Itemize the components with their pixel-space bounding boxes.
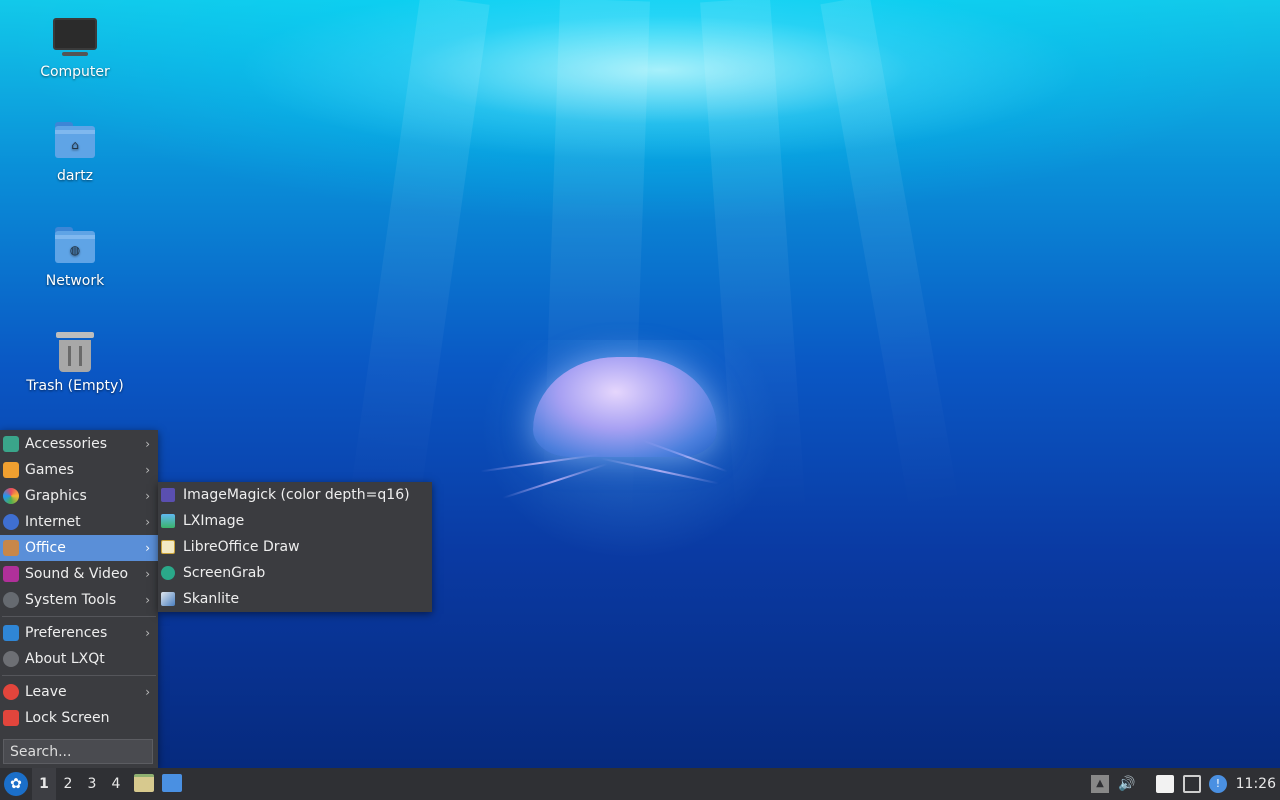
chevron-right-icon: › [145, 489, 150, 503]
eject-icon[interactable]: ▲ [1091, 775, 1109, 793]
chevron-right-icon: › [145, 567, 150, 581]
workspace-2-button[interactable]: 2 [56, 768, 80, 800]
taskbar: ✿ 1 2 3 4 ▲ 🔊 ! 11:26 [0, 768, 1280, 800]
menu-search-input[interactable]: Search... [3, 739, 153, 764]
lxqt-logo-icon: ✿ [10, 776, 22, 792]
update-notifier-icon[interactable]: ! [1209, 775, 1227, 793]
power-icon [3, 684, 19, 700]
menu-separator [2, 616, 156, 617]
desktop-icon-label: dartz [56, 168, 94, 184]
preferences-icon [3, 625, 19, 641]
chevron-right-icon: › [145, 593, 150, 607]
desktop-icon-trash[interactable]: Trash (Empty) [20, 332, 130, 394]
start-menu-button[interactable]: ✿ [4, 772, 28, 796]
light-ray [347, 0, 490, 520]
chevron-right-icon: › [145, 626, 150, 640]
light-ray [820, 0, 960, 517]
lock-icon [3, 710, 19, 726]
lximage-icon [161, 514, 175, 528]
submenu-item-lximage[interactable]: LXImage [158, 508, 432, 534]
network-icon[interactable] [1183, 775, 1201, 793]
desktop-icon-computer[interactable]: Computer [20, 18, 130, 80]
menu-item-lock-screen[interactable]: Lock Screen [0, 705, 158, 731]
office-icon [3, 540, 19, 556]
imagemagick-icon [161, 488, 175, 502]
screengrab-icon [161, 566, 175, 580]
desktop-icon-label: Trash (Empty) [26, 378, 124, 394]
system-tools-icon [3, 592, 19, 608]
menu-item-about-lxqt[interactable]: About LXQt [0, 646, 158, 672]
chevron-right-icon: › [145, 515, 150, 529]
accessories-icon [3, 436, 19, 452]
submenu-item-skanlite[interactable]: Skanlite [158, 586, 432, 612]
clipboard-icon[interactable] [1156, 775, 1174, 793]
menu-separator [2, 675, 156, 676]
home-folder-icon: ⌂ [53, 122, 97, 162]
menu-item-leave[interactable]: Leave › [0, 679, 158, 705]
desktop-icon-network[interactable]: ◍ Network [20, 227, 130, 289]
file-manager-quicklaunch-icon[interactable] [134, 774, 154, 792]
office-submenu: ImageMagick (color depth=q16) LXImage Li… [158, 482, 432, 612]
info-icon [3, 651, 19, 667]
desktop-icon-label: Computer [40, 64, 110, 80]
clock[interactable]: 11:26 [1236, 768, 1276, 800]
chevron-right-icon: › [145, 463, 150, 477]
chevron-right-icon: › [145, 541, 150, 555]
menu-item-internet[interactable]: Internet › [0, 509, 158, 535]
menu-item-games[interactable]: Games › [0, 457, 158, 483]
computer-icon [53, 18, 97, 58]
workspace-3-button[interactable]: 3 [80, 768, 104, 800]
application-menu: Accessories › Games › Graphics › Interne… [0, 430, 158, 768]
libreoffice-draw-icon [161, 540, 175, 554]
menu-item-graphics[interactable]: Graphics › [0, 483, 158, 509]
workspace-4-button[interactable]: 4 [104, 768, 128, 800]
chevron-right-icon: › [145, 437, 150, 451]
submenu-item-screengrab[interactable]: ScreenGrab [158, 560, 432, 586]
desktop-icon-label: Network [45, 273, 105, 289]
sound-video-icon [3, 566, 19, 582]
network-folder-icon: ◍ [53, 227, 97, 267]
workspace-1-button[interactable]: 1 [32, 768, 56, 800]
menu-item-sound-video[interactable]: Sound & Video › [0, 561, 158, 587]
menu-item-accessories[interactable]: Accessories › [0, 431, 158, 457]
graphics-icon [3, 488, 19, 504]
internet-icon [3, 514, 19, 530]
menu-item-system-tools[interactable]: System Tools › [0, 587, 158, 613]
menu-item-preferences[interactable]: Preferences › [0, 620, 158, 646]
desktop-wallpaper [0, 0, 1280, 768]
desktop-icon-home[interactable]: ⌂ dartz [20, 122, 130, 184]
show-desktop-icon[interactable] [162, 774, 182, 792]
chevron-right-icon: › [145, 685, 150, 699]
submenu-item-imagemagick[interactable]: ImageMagick (color depth=q16) [158, 482, 432, 508]
menu-item-office[interactable]: Office › [0, 535, 158, 561]
trash-icon [53, 332, 97, 372]
games-icon [3, 462, 19, 478]
volume-icon[interactable]: 🔊 [1118, 775, 1136, 793]
submenu-item-libreoffice-draw[interactable]: LibreOffice Draw [158, 534, 432, 560]
skanlite-icon [161, 592, 175, 606]
